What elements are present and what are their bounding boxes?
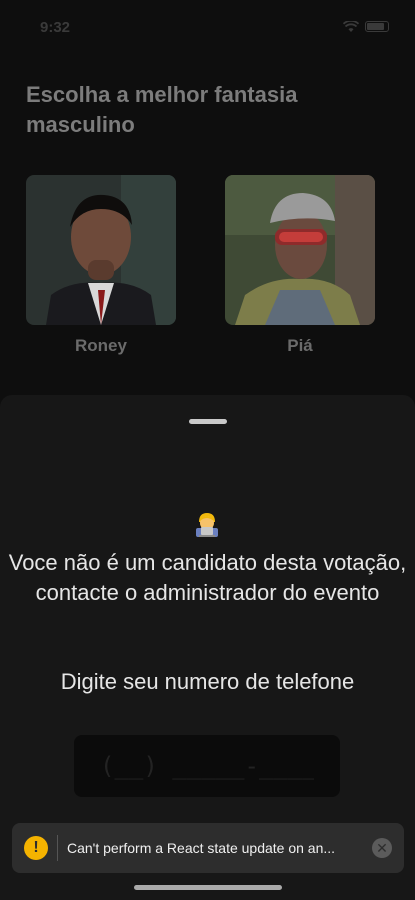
candidate-card-roney[interactable]: Roney [26,175,176,356]
candidate-card-pia[interactable]: Piá [225,175,375,356]
wifi-icon [342,19,360,32]
technologist-emoji-icon [193,510,221,538]
close-icon[interactable]: ✕ [372,838,392,858]
battery-icon [365,20,389,32]
screen-title: Escolha a melhor fantasia masculino [26,82,298,137]
candidate-photo[interactable] [225,175,375,325]
warning-icon: ! [24,836,48,860]
candidate-name: Roney [75,336,127,355]
phone-label: Digite seu numero de telefone [60,669,355,694]
status-icons [342,19,389,32]
home-indicator[interactable] [134,885,282,890]
candidate-photo[interactable] [26,175,176,325]
toast-divider [57,835,58,861]
candidate-name: Piá [287,336,313,355]
sheet-handle[interactable] [189,419,227,424]
toast-message: Can't perform a React state update on an… [67,840,336,856]
status-bar: 9:32 [0,0,415,48]
phone-input[interactable] [74,735,340,797]
warning-toast[interactable]: ! Can't perform a React state update on … [12,823,404,873]
status-time: 9:32 [40,19,71,36]
not-candidate-message: Voce não é um candidato desta votação, c… [8,550,407,605]
